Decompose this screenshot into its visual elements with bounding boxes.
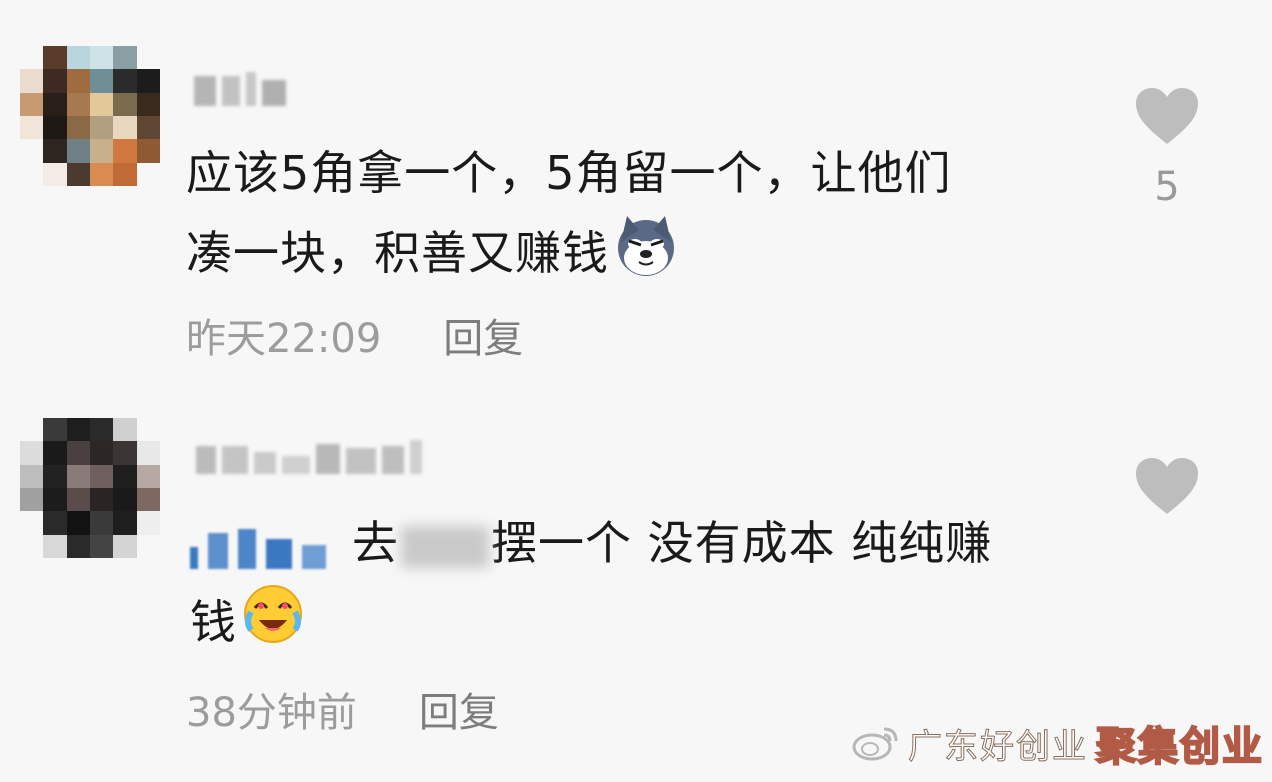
comment-line: 钱 — [190, 582, 992, 660]
avatar[interactable] — [20, 46, 160, 186]
watermark-source: 广东好创业 — [908, 726, 1088, 767]
husky-dog-icon — [613, 212, 679, 301]
weibo-icon — [852, 727, 898, 761]
comment-text: 钱 — [190, 595, 237, 649]
comment-line: 去 摆一个 没有成本 纯纯赚 — [190, 504, 992, 582]
comment-text: 去 — [352, 516, 399, 570]
comment-line: 应该5角拿一个，5角留一个，让他们 — [186, 146, 952, 200]
comment-text: 摆一个 没有成本 纯纯赚 — [491, 516, 993, 570]
like-button[interactable] — [1132, 456, 1202, 534]
watermark-brand: 聚集创业 — [1095, 723, 1264, 771]
mention-blur — [190, 525, 326, 569]
heart-icon — [1136, 88, 1198, 144]
comment-line-text: 凑一块，积善又赚钱 — [186, 226, 609, 280]
timestamp: 38分钟前 — [186, 690, 357, 736]
crying-laughing-icon — [241, 582, 305, 669]
username[interactable] — [196, 440, 422, 474]
comment-meta: 昨天22:09 回复 — [186, 306, 523, 364]
comment-content: 去 摆一个 没有成本 纯纯赚 钱 — [190, 504, 992, 660]
username[interactable] — [194, 72, 286, 106]
reply-button[interactable]: 回复 — [419, 680, 499, 738]
heart-icon — [1136, 458, 1198, 514]
comment-content: 应该5角拿一个，5角留一个，让他们 凑一块，积善又赚钱 — [186, 134, 952, 290]
comment-line: 凑一块，积善又赚钱 — [186, 212, 952, 290]
avatar[interactable] — [20, 418, 160, 558]
like-count: 5 — [1154, 164, 1180, 210]
comment-meta: 38分钟前 回复 — [186, 680, 499, 738]
timestamp: 昨天22:09 — [186, 316, 382, 362]
watermark: 广东好创业 聚集创业 — [850, 714, 1264, 772]
like-button[interactable]: 5 — [1132, 86, 1202, 210]
reply-button[interactable]: 回复 — [443, 306, 523, 364]
blurred-text — [401, 525, 489, 568]
